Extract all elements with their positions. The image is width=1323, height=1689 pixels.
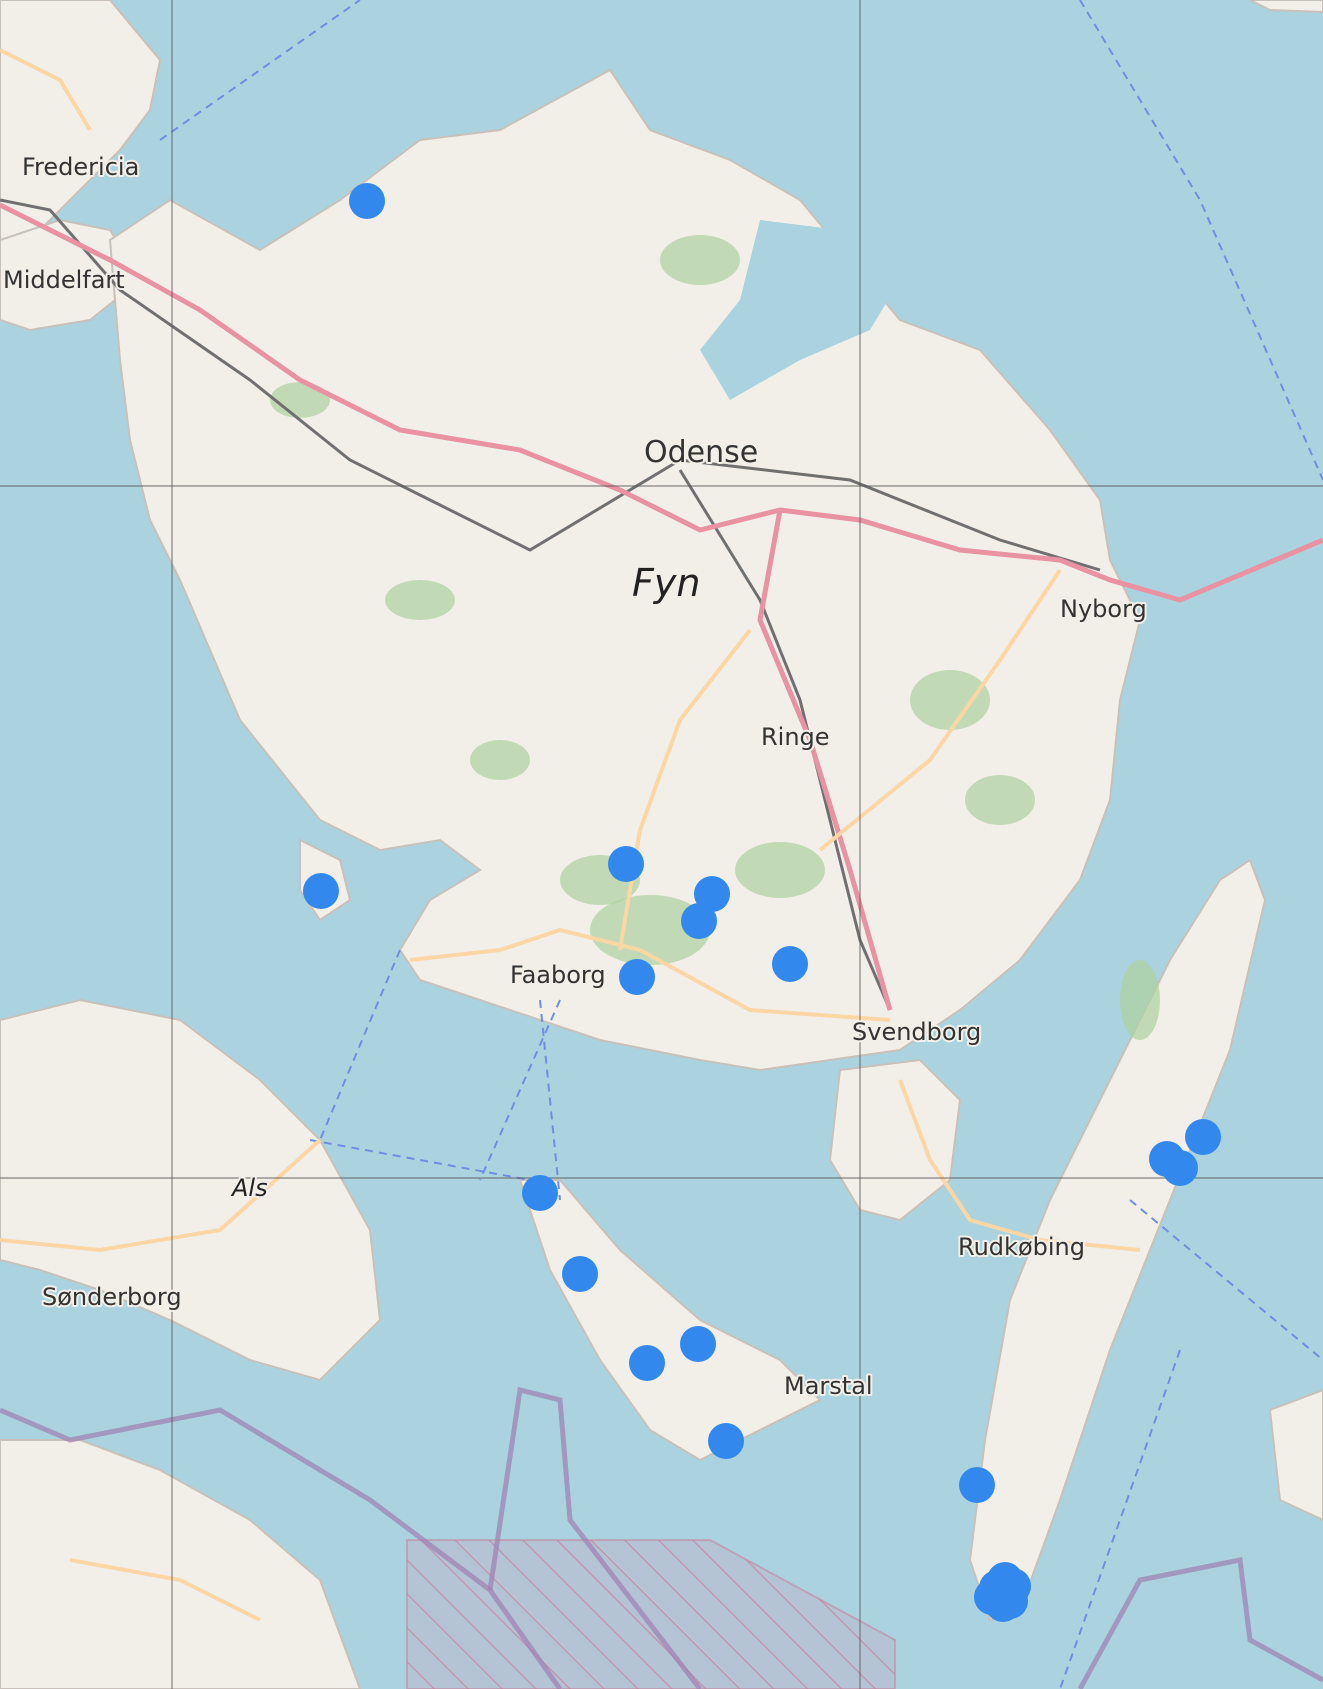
map-marker[interactable] — [959, 1467, 995, 1503]
map-marker[interactable] — [992, 1583, 1028, 1619]
label-middelfart: Middelfart — [3, 266, 125, 294]
map-canvas[interactable]: Fredericia Middelfart Odense Fyn Nyborg … — [0, 0, 1323, 1689]
label-odense: Odense — [644, 435, 758, 470]
map-marker[interactable] — [303, 873, 339, 909]
label-faaborg: Faaborg — [510, 961, 606, 989]
map-marker[interactable] — [349, 183, 385, 219]
map-marker[interactable] — [629, 1345, 665, 1381]
map-marker[interactable] — [522, 1175, 558, 1211]
label-fyn: Fyn — [632, 561, 700, 605]
label-marstal: Marstal — [784, 1372, 873, 1400]
map-marker[interactable] — [681, 903, 717, 939]
map-marker[interactable] — [680, 1326, 716, 1362]
map-marker[interactable] — [619, 959, 655, 995]
map-marker[interactable] — [772, 946, 808, 982]
map-marker[interactable] — [1185, 1119, 1221, 1155]
label-fredericia: Fredericia — [22, 153, 139, 181]
label-rudkobing: Rudkøbing — [958, 1233, 1085, 1261]
label-ringe: Ringe — [761, 723, 830, 751]
label-als: Als — [230, 1174, 268, 1202]
label-nyborg: Nyborg — [1060, 595, 1147, 623]
map-marker[interactable] — [608, 846, 644, 882]
label-svendborg: Svendborg — [852, 1018, 981, 1046]
map-marker[interactable] — [1162, 1150, 1198, 1186]
label-sonderborg: Sønderborg — [42, 1283, 182, 1311]
map-marker[interactable] — [562, 1256, 598, 1292]
map-marker[interactable] — [708, 1423, 744, 1459]
